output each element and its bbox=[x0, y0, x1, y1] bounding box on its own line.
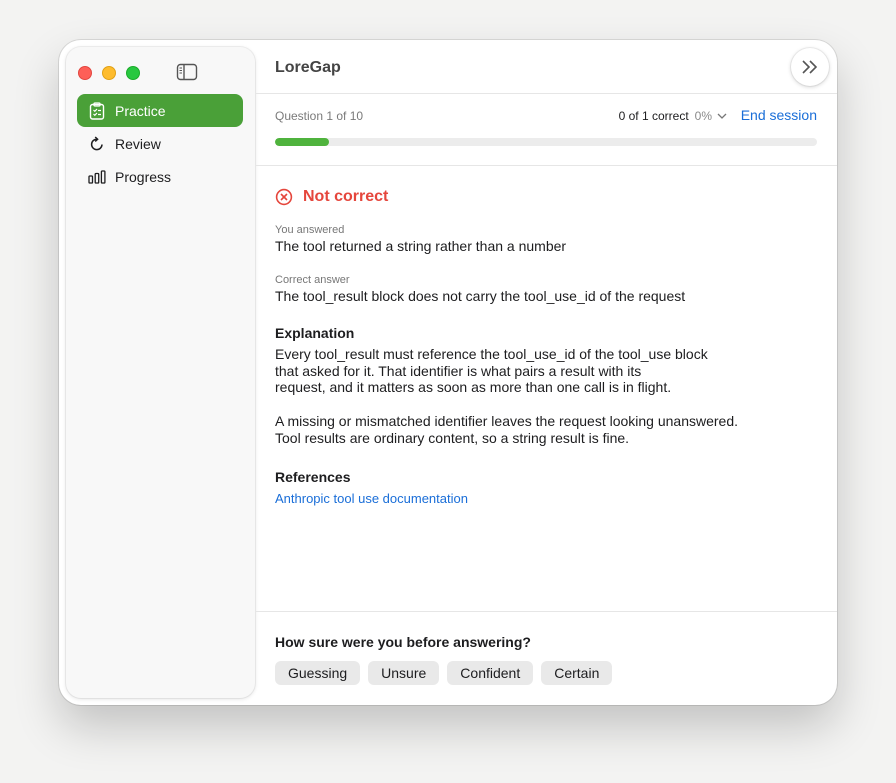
you-answered-label: You answered bbox=[275, 224, 345, 236]
sidebar-item-practice[interactable]: Practice bbox=[77, 94, 243, 127]
x-circle-icon bbox=[275, 188, 293, 206]
sidebar-nav: Practice Review Progress bbox=[77, 94, 243, 193]
question-counter: Question 1 of 10 bbox=[275, 109, 364, 123]
confidence-guessing-button[interactable]: Guessing bbox=[275, 661, 361, 685]
confidence-certain-button[interactable]: Certain bbox=[541, 661, 613, 685]
close-window-button[interactable] bbox=[78, 66, 92, 80]
explanation-paragraph-2: A missing or mismatched identifier leave… bbox=[275, 413, 739, 446]
session-progress: Question 1 of 10 0 of 1 correct 0% End s… bbox=[255, 94, 837, 166]
double-chevron-right-icon bbox=[802, 60, 818, 74]
score-text: 0 of 1 correct bbox=[618, 109, 689, 123]
reference-link[interactable]: Anthropic tool use documentation bbox=[275, 491, 815, 506]
sidebar-item-review[interactable]: Review bbox=[77, 127, 243, 160]
correct-answer-label: Correct answer bbox=[275, 274, 350, 286]
app-window: Practice Review Progress LoreGap Questio… bbox=[59, 40, 837, 705]
references-heading: References bbox=[275, 468, 351, 485]
minimize-window-button[interactable] bbox=[102, 66, 116, 80]
confidence-question: How sure were you before answering? bbox=[275, 634, 531, 650]
score-percent: 0% bbox=[694, 109, 712, 123]
explanation-paragraph-1: Every tool_result must reference the too… bbox=[275, 346, 708, 396]
chevron-down-icon bbox=[717, 109, 727, 123]
confidence-confident-button[interactable]: Confident bbox=[447, 661, 534, 685]
sidebar: Practice Review Progress bbox=[66, 47, 255, 698]
you-answered-text: The tool returned a string rather than a… bbox=[275, 238, 567, 254]
progress-bar-fill bbox=[275, 138, 330, 146]
clipboard-icon bbox=[88, 101, 106, 120]
sidebar-item-label: Practice bbox=[115, 102, 166, 119]
refresh-icon bbox=[88, 135, 106, 153]
sidebar-item-label: Progress bbox=[115, 168, 172, 185]
verdict-text: Not correct bbox=[303, 188, 389, 205]
sidebar-toggle-icon[interactable] bbox=[176, 63, 198, 81]
bar-chart-icon bbox=[88, 168, 106, 186]
confidence-panel: How sure were you before answering? Gues… bbox=[255, 611, 837, 705]
sidebar-item-progress[interactable]: Progress bbox=[77, 160, 243, 193]
sidebar-item-label: Review bbox=[115, 135, 161, 152]
correct-answer-text: The tool_result block does not carry the… bbox=[275, 288, 686, 304]
end-session-button[interactable]: End session bbox=[741, 107, 817, 123]
app-title: LoreGap bbox=[275, 59, 341, 76]
progress-bar bbox=[275, 138, 817, 146]
toolbar: LoreGap bbox=[255, 40, 837, 94]
confidence-options: Guessing Unsure Confident Certain bbox=[275, 661, 620, 685]
confidence-unsure-button[interactable]: Unsure bbox=[368, 661, 440, 685]
verdict: Not correct bbox=[275, 186, 815, 208]
zoom-window-button[interactable] bbox=[126, 66, 140, 80]
explanation-heading: Explanation bbox=[275, 325, 355, 341]
score-dropdown[interactable]: 0 of 1 correct 0% bbox=[619, 109, 727, 123]
answer-feedback: Not correct You answered The tool return… bbox=[275, 186, 815, 506]
skip-forward-button[interactable] bbox=[791, 48, 829, 86]
